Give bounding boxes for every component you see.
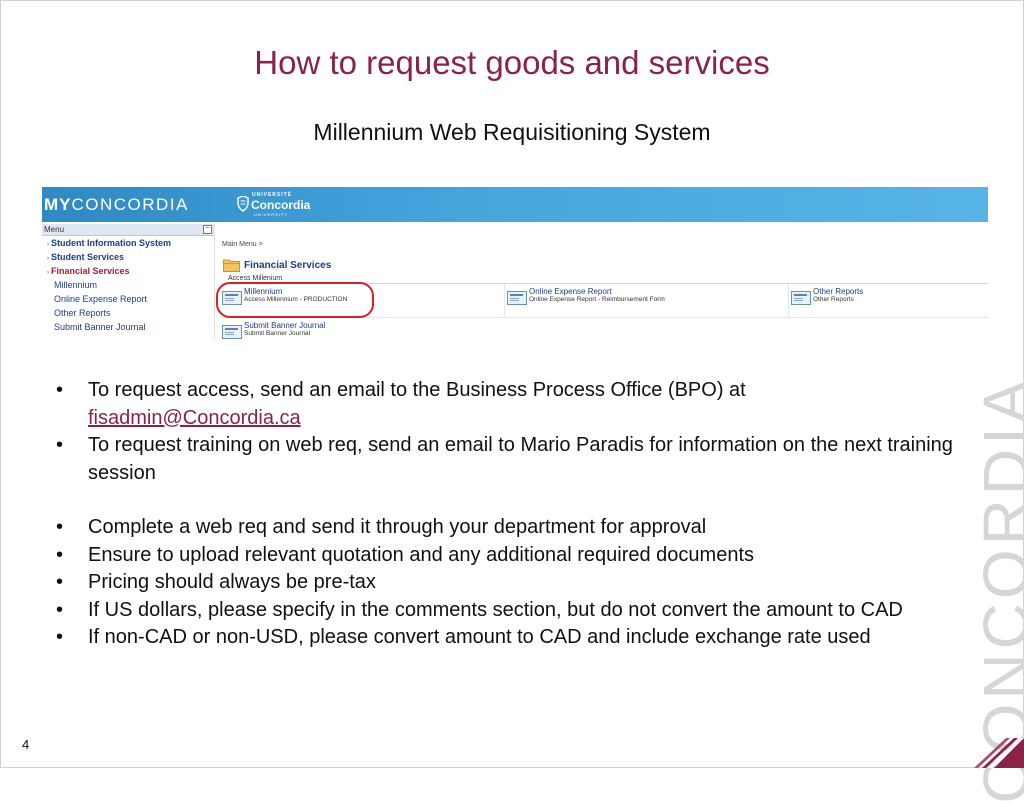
menu-item-student-information-system[interactable]: › Student Information System [42, 236, 214, 250]
portal-header: MYCONCORDIA UNIVERSITÉ Concordia UNIVERS… [42, 187, 988, 222]
report-icon [507, 291, 527, 305]
logo-concordia: Concordia [251, 198, 311, 212]
menu-item-financial-services[interactable]: › Financial Services [42, 264, 214, 278]
menu-arrow-icon: › [47, 270, 49, 276]
folder-icon [223, 259, 240, 272]
instruction-list: To request access, send an email to the … [52, 377, 972, 652]
menu-collapse-icon[interactable]: − [203, 225, 212, 234]
bullet-us-dollars: If US dollars, please specify in the com… [52, 597, 972, 625]
highlight-circle [216, 282, 374, 318]
menu-arrow-icon: › [47, 242, 49, 248]
corner-stripes-graphic [974, 738, 1024, 768]
menu-arrow-icon: › [47, 256, 49, 262]
menu-item-submit-banner-journal[interactable]: Submit Banner Journal [42, 320, 214, 334]
menu-item-label: Financial Services [51, 266, 130, 276]
menu-label: Menu [44, 225, 65, 234]
concordia-logo-icon [237, 196, 249, 212]
bullet-spacer [52, 487, 972, 514]
tile-description: Online Expense Report - Reimbursement Fo… [529, 296, 665, 303]
divider [504, 284, 505, 317]
bullet-request-training: To request training on web req, send an … [52, 432, 972, 487]
portal-menu: Menu − › Student Information System › Stud… [42, 224, 215, 340]
brand-my: MY [44, 195, 72, 214]
menu-item-label: Student Information System [51, 238, 172, 248]
menu-item-student-services[interactable]: › Student Services [42, 250, 214, 264]
report-icon [222, 325, 242, 339]
menu-item-other-reports[interactable]: Other Reports [42, 306, 214, 320]
bullet-pre-tax: Pricing should always be pre-tax [52, 569, 972, 597]
tile-title: Submit Banner Journal [244, 321, 326, 330]
report-icon [791, 291, 811, 305]
tile-description: Other Reports [813, 296, 854, 303]
bullet-complete-web-req: Complete a web req and send it through y… [52, 514, 972, 542]
breadcrumb[interactable]: Main Menu > [222, 241, 263, 248]
menu-bar: Menu − [42, 224, 214, 236]
access-label: Access Millenium [228, 275, 283, 282]
myconcordia-logo[interactable]: MYCONCORDIA [44, 195, 189, 215]
page-number: 4 [22, 737, 30, 752]
menu-item-online-expense-report[interactable]: Online Expense Report [42, 292, 214, 306]
bullet-request-access: To request access, send an email to the … [52, 377, 972, 432]
menu-item-millennium[interactable]: Millennium [42, 278, 214, 292]
tile-description: Submit Banner Journal [244, 330, 311, 337]
portal-screenshot: MYCONCORDIA UNIVERSITÉ Concordia UNIVERS… [42, 187, 988, 340]
slide-title: How to request goods and services [254, 44, 770, 81]
section-title: Financial Services [244, 260, 332, 271]
tile-title: Other Reports [813, 287, 864, 296]
tile-title: Online Expense Report [529, 287, 612, 296]
brand-concordia: CONCORDIA [71, 195, 189, 214]
divider [788, 284, 789, 317]
email-link[interactable]: fisadmin@Concordia.ca [88, 407, 301, 429]
logo-university: UNIVERSITY [254, 212, 289, 217]
bullet-text: To request access, send an email to the … [88, 379, 746, 401]
menu-item-label: Student Services [51, 252, 125, 262]
bullet-non-cad: If non-CAD or non-USD, please convert am… [52, 624, 972, 652]
slide-subtitle: Millennium Web Requisitioning System [313, 119, 711, 145]
bullet-upload-documents: Ensure to upload relevant quotation and … [52, 542, 972, 570]
